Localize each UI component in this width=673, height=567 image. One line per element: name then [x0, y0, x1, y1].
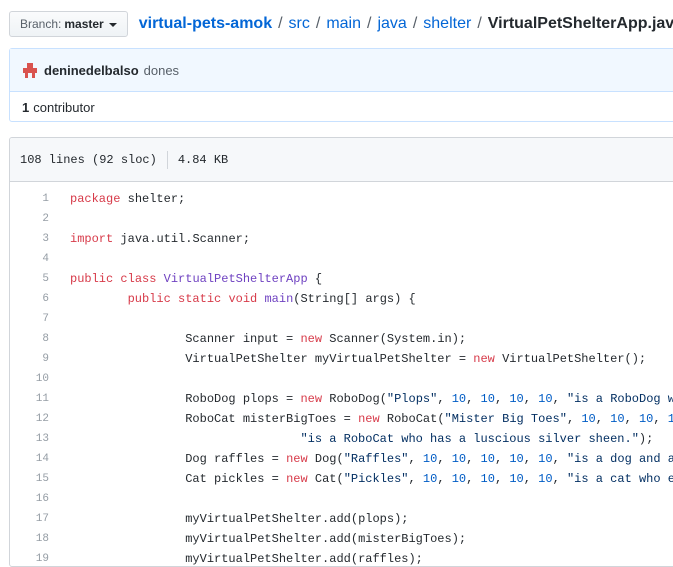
line-number[interactable]: 4 [10, 253, 49, 265]
line-number[interactable]: 3 [10, 233, 49, 245]
latest-commit: deninedelbalso dones [10, 49, 673, 92]
code-line: 8 Scanner input = new Scanner(System.in)… [10, 329, 673, 349]
line-number[interactable]: 10 [10, 373, 49, 385]
code-line-content: myVirtualPetShelter.add(plops); [185, 512, 409, 526]
file-line-count: 108 lines (92 sloc) [20, 152, 157, 167]
code-line: 4 [10, 249, 673, 269]
line-number[interactable]: 8 [10, 333, 49, 345]
code-line-content: RoboCat misterBigToes = new RoboCat("Mis… [185, 412, 673, 426]
code-line-content: Cat pickles = new Cat("Pickles", 10, 10,… [185, 472, 673, 486]
breadcrumb-repo-link[interactable]: virtual-pets-amok [139, 15, 272, 33]
branch-select-button[interactable]: Branch: master [9, 11, 128, 37]
line-number[interactable]: 16 [10, 493, 49, 505]
contributor-label: contributor [33, 100, 95, 115]
line-number[interactable]: 19 [10, 553, 49, 565]
line-number[interactable]: 7 [10, 313, 49, 325]
code-line: 6 public static void main(String[] args)… [10, 289, 673, 309]
line-number[interactable]: 1 [10, 193, 49, 205]
code-line-content: RoboDog plops = new RoboDog("Plops", 10,… [185, 392, 673, 406]
code-line: 12 RoboCat misterBigToes = new RoboCat("… [10, 409, 673, 429]
breadcrumb-separator: / [412, 15, 418, 32]
commit-message-link[interactable]: dones [144, 63, 179, 78]
code-line: 18 myVirtualPetShelter.add(misterBigToes… [10, 529, 673, 549]
line-number[interactable]: 5 [10, 273, 49, 285]
line-number[interactable]: 15 [10, 473, 49, 485]
branch-label: Branch: [20, 17, 62, 31]
contributors-summary[interactable]: 1 contributor [10, 92, 673, 123]
line-number[interactable]: 18 [10, 533, 49, 545]
code-line: 7 [10, 309, 673, 329]
code-line: 9 VirtualPetShelter myVirtualPetShelter … [10, 349, 673, 369]
code-line: 14 Dog raffles = new Dog("Raffles", 10, … [10, 449, 673, 469]
code-line: 19 myVirtualPetShelter.add(raffles); [10, 549, 673, 566]
breadcrumb-dir-main[interactable]: main [326, 15, 361, 33]
line-number[interactable]: 14 [10, 453, 49, 465]
code-line-content: package shelter; [70, 192, 186, 206]
code-line-content: public static void main(String[] args) { [127, 292, 416, 306]
line-number[interactable]: 13 [10, 433, 49, 445]
breadcrumb-separator: / [315, 15, 321, 32]
branch-name: master [64, 17, 104, 31]
breadcrumb-dir-java[interactable]: java [377, 15, 406, 33]
code-line: 11 RoboDog plops = new RoboDog("Plops", … [10, 389, 673, 409]
breadcrumb: virtual-pets-amok / src / main / java / … [139, 15, 673, 33]
line-number[interactable]: 17 [10, 513, 49, 525]
code-line-content: myVirtualPetShelter.add(raffles); [185, 552, 423, 566]
code-line: 10 [10, 369, 673, 389]
commit-tease: deninedelbalso dones 1 contributor [9, 48, 673, 122]
code-line-content: Dog raffles = new Dog("Raffles", 10, 10,… [185, 452, 673, 466]
file-navigation: Branch: master virtual-pets-amok / src /… [9, 10, 673, 38]
code-line-content: public class VirtualPetShelterApp { [70, 272, 323, 286]
code-line: 16 [10, 489, 673, 509]
line-number[interactable]: 9 [10, 353, 49, 365]
code-line-content: import java.util.Scanner; [70, 232, 251, 246]
file-viewer: 108 lines (92 sloc) 4.84 KB 1 package she… [9, 137, 673, 567]
breadcrumb-dir-src[interactable]: src [289, 15, 310, 33]
code-line: 5 public class VirtualPetShelterApp { [10, 269, 673, 289]
code-line-content: Scanner input = new Scanner(System.in); [185, 332, 467, 346]
contributor-count: 1 [22, 100, 30, 115]
code-line: 3 import java.util.Scanner; [10, 229, 673, 249]
line-number[interactable]: 11 [10, 393, 49, 405]
code-line-content: myVirtualPetShelter.add(misterBigToes); [185, 532, 467, 546]
breadcrumb-dir-shelter[interactable]: shelter [423, 15, 471, 33]
file-info: 108 lines (92 sloc) 4.84 KB [10, 138, 673, 182]
code-line: 17 myVirtualPetShelter.add(plops); [10, 509, 673, 529]
breadcrumb-separator: / [477, 15, 482, 32]
code-line: 2 [10, 209, 673, 229]
breadcrumb-separator: / [278, 15, 283, 32]
caret-down-icon [108, 22, 117, 27]
breadcrumb-file-name: VirtualPetShelterApp.java [487, 15, 673, 32]
line-number[interactable]: 6 [10, 293, 49, 305]
code-line-content: "is a RoboCat who has a luscious silver … [300, 432, 654, 446]
avatar[interactable] [22, 62, 38, 78]
line-number[interactable]: 2 [10, 213, 49, 225]
code-line-content: VirtualPetShelter myVirtualPetShelter = … [185, 352, 647, 366]
breadcrumb-separator: / [367, 15, 372, 32]
commit-author-link[interactable]: deninedelbalso [44, 63, 139, 78]
code-blob: 1 package shelter; 2 3 import java.util.Scan… [10, 182, 673, 566]
file-info-divider [166, 150, 168, 169]
code-line: 13 "is a RoboCat who has a luscious silv… [10, 429, 673, 449]
code-line: 15 Cat pickles = new Cat("Pickles", 10, … [10, 469, 673, 489]
line-number[interactable]: 12 [10, 413, 49, 425]
code-line: 1 package shelter; [10, 189, 673, 209]
file-size: 4.84 KB [177, 152, 229, 167]
